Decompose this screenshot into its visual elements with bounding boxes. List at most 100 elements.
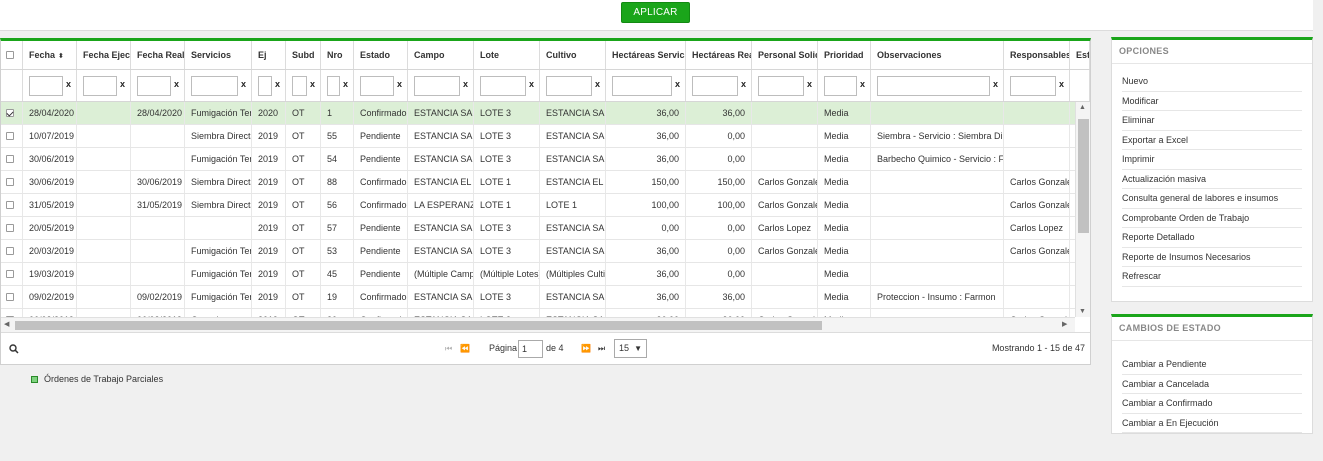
clear-filter-icon[interactable]: x [675,79,680,89]
column-header[interactable]: Lote [474,41,540,69]
option-menu-item[interactable]: Imprimir [1122,150,1302,170]
row-checkbox[interactable] [6,132,14,140]
table-row[interactable]: 30/06/2019 Fumigación Terrestre2019OT54Pe… [1,148,1075,171]
column-header[interactable]: Responsables [1004,41,1070,69]
checkbox-icon[interactable] [6,51,14,59]
clear-filter-icon[interactable]: x [343,79,348,89]
column-filter-input[interactable] [360,76,394,96]
column-header[interactable]: Personal Solicitante [752,41,818,69]
clear-filter-icon[interactable]: x [241,79,246,89]
horizontal-scrollbar[interactable]: ◀ ▶ [1,317,1075,332]
row-select-cell[interactable] [1,125,23,147]
column-filter-input[interactable] [258,76,272,96]
option-menu-item[interactable]: Comprobante Orden de Trabajo [1122,209,1302,228]
table-row[interactable]: 19/03/2019 Fumigación Terrestre2019OT45Pe… [1,263,1075,286]
row-select-cell[interactable] [1,309,23,317]
column-header[interactable]: Prioridad [818,41,871,69]
column-header[interactable]: Estado [354,41,408,69]
status-change-item[interactable]: Cambiar a Pendiente [1122,355,1302,375]
column-filter-input[interactable] [612,76,672,96]
next-page-icon[interactable]: ⏩ [581,344,591,353]
clear-filter-icon[interactable]: x [529,79,534,89]
row-checkbox[interactable] [6,178,14,186]
clear-filter-icon[interactable]: x [860,79,865,89]
clear-filter-icon[interactable]: x [397,79,402,89]
vertical-scrollbar[interactable]: ▲ ▼ [1075,102,1090,317]
select-all-checkbox[interactable] [1,41,23,69]
row-select-cell[interactable] [1,286,23,308]
clear-filter-icon[interactable]: x [463,79,468,89]
first-page-icon[interactable]: ⏮ [445,344,452,354]
column-filter-input[interactable] [877,76,990,96]
option-menu-item[interactable]: Reporte Detallado [1122,228,1302,248]
clear-filter-icon[interactable]: x [595,79,600,89]
column-filter-input[interactable] [191,76,238,96]
clear-filter-icon[interactable]: x [993,79,998,89]
option-menu-item[interactable]: Refrescar [1122,267,1302,287]
scroll-left-icon[interactable]: ◀ [4,320,9,328]
page-size-select[interactable]: 15 ▼ [614,339,647,358]
status-change-item[interactable]: Cambiar a En Ejecución [1122,414,1302,433]
clear-filter-icon[interactable]: x [741,79,746,89]
column-filter-input[interactable] [824,76,857,96]
option-menu-item[interactable]: Consulta general de labores e insumos [1122,189,1302,209]
option-menu-item[interactable]: Exportar a Excel [1122,131,1302,150]
apply-button[interactable]: APLICAR [621,2,690,23]
clear-filter-icon[interactable]: x [66,79,71,89]
table-row[interactable]: 20/03/2019 Fumigación Terrestre2019OT53Pe… [1,240,1075,263]
column-filter-input[interactable] [83,76,117,96]
option-menu-item[interactable]: Eliminar [1122,111,1302,131]
option-menu-item[interactable]: Actualización masiva [1122,170,1302,189]
column-filter-input[interactable] [327,76,340,96]
horizontal-scroll-thumb[interactable] [15,321,822,330]
status-change-item[interactable]: Cambiar a Cancelada [1122,375,1302,394]
row-select-cell[interactable] [1,240,23,262]
row-checkbox[interactable] [6,201,14,209]
table-row[interactable]: 20/05/2019 2019 OT 57 Pendiente ESTANCIA SAN L… [1,217,1075,240]
row-select-cell[interactable] [1,102,23,124]
column-filter-input[interactable] [137,76,171,96]
column-header[interactable]: Hectáreas Real [686,41,752,69]
column-filter-input[interactable] [292,76,307,96]
clear-filter-icon[interactable]: x [174,79,179,89]
column-header[interactable]: Hectáreas Servicio [606,41,686,69]
row-select-cell[interactable] [1,148,23,170]
clear-filter-icon[interactable]: x [310,79,315,89]
column-filter-input[interactable] [29,76,63,96]
clear-filter-icon[interactable]: x [807,79,812,89]
option-menu-item[interactable]: Reporte de Insumos Necesarios [1122,248,1302,267]
column-header[interactable]: Fecha Real [131,41,185,69]
status-change-item[interactable]: Cambiar a Confirmado [1122,394,1302,414]
column-header[interactable]: Subd [286,41,321,69]
row-select-cell[interactable] [1,171,23,193]
row-select-cell[interactable] [1,263,23,285]
row-checkbox[interactable] [6,270,14,278]
option-menu-item[interactable]: Nuevo [1122,72,1302,92]
table-row[interactable]: 31/05/2019 31/05/2019 Siembra Directa 2019 O… [1,194,1075,217]
column-header[interactable]: Campo [408,41,474,69]
column-filter-input[interactable] [480,76,526,96]
row-checkbox[interactable] [6,247,14,255]
column-filter-input[interactable] [758,76,804,96]
scroll-down-icon[interactable]: ▼ [1079,308,1086,315]
scroll-up-icon[interactable]: ▲ [1079,104,1086,111]
clear-filter-icon[interactable]: x [275,79,280,89]
row-select-cell[interactable] [1,194,23,216]
vertical-scroll-thumb[interactable] [1078,119,1089,233]
column-header[interactable]: Estado [1070,41,1090,69]
sort-icon[interactable]: ⬍ [58,53,64,60]
table-row[interactable]: 10/07/2019 Siembra Directa 2019 OT 55 Pendien… [1,125,1075,148]
prev-page-icon[interactable]: ⏪ [460,344,470,353]
last-page-icon[interactable]: ⏭ [598,344,605,354]
column-filter-input[interactable] [692,76,738,96]
row-checkbox[interactable] [6,155,14,163]
column-header[interactable]: Servicios [185,41,252,69]
option-menu-item[interactable]: Modificar [1122,92,1302,111]
column-filter-input[interactable] [414,76,460,96]
row-checkbox[interactable] [6,224,14,232]
column-header[interactable]: Cultivo [540,41,606,69]
table-row[interactable]: 30/06/2019 30/06/2019 Siembra Directa 2019 O… [1,171,1075,194]
row-checkbox[interactable] [6,293,14,301]
column-header[interactable]: Fecha ⬍ [23,41,77,69]
column-filter-input[interactable] [1010,76,1056,96]
